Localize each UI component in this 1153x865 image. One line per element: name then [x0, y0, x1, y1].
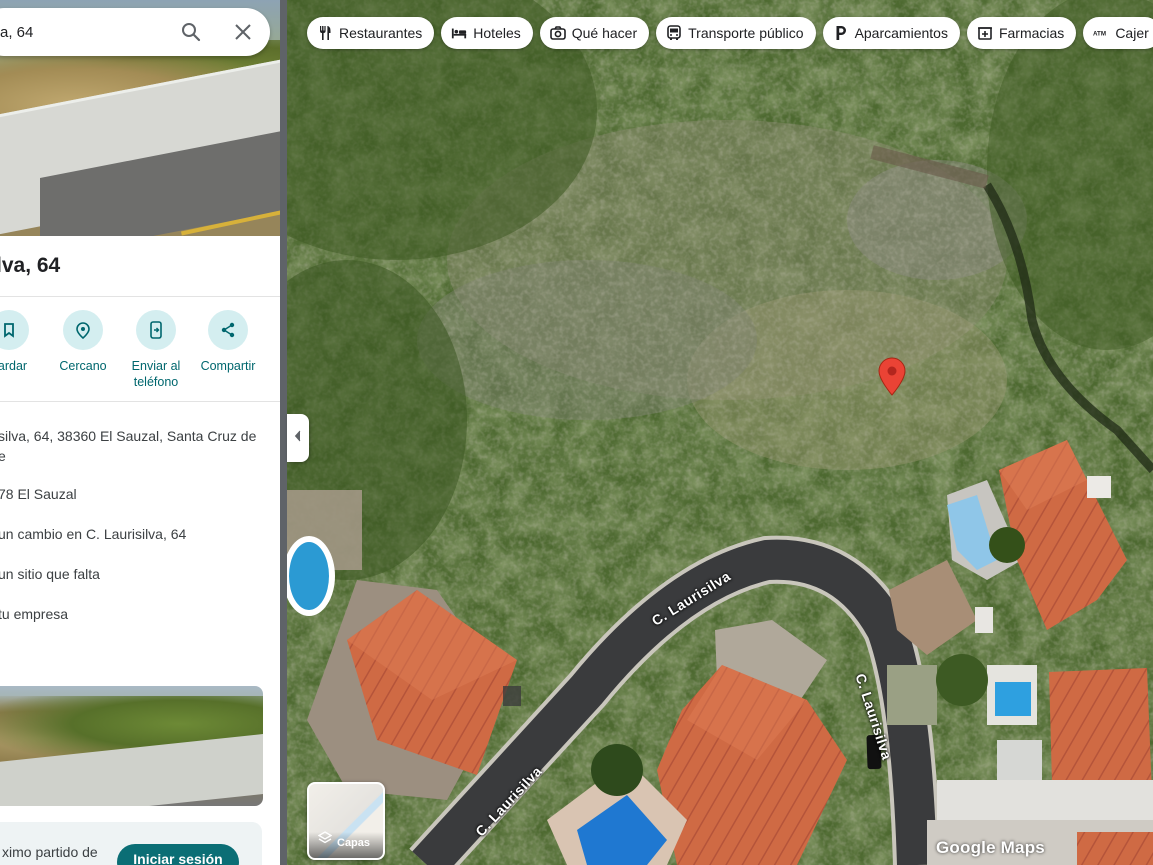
layers-button[interactable]: Capas	[307, 782, 385, 860]
nearby-button[interactable]: Cercano	[46, 310, 120, 374]
nearby-label: Cercano	[59, 359, 107, 373]
add-missing-place-link[interactable]: un sitio que falta	[0, 564, 100, 584]
share-icon	[208, 310, 248, 350]
place-title: lva, 64	[0, 254, 61, 277]
chip-public-transport[interactable]: Transporte público	[656, 17, 816, 49]
send-to-phone-button[interactable]: Enviar al teléfono	[119, 310, 193, 390]
chip-restaurants[interactable]: Restaurantes	[307, 17, 435, 49]
hotel-icon	[451, 25, 467, 41]
street-view-thumbnail[interactable]	[0, 686, 263, 806]
satellite-map[interactable]	[287, 0, 1153, 865]
google-maps-logo: Google Maps	[936, 838, 1045, 857]
panel-divider	[280, 0, 287, 865]
chip-parking[interactable]: Aparcamientos	[822, 17, 960, 49]
search-icon[interactable]	[179, 20, 203, 44]
satellite-imagery	[287, 0, 1153, 865]
search-input[interactable]	[0, 23, 170, 41]
suggest-edit-link[interactable]: un cambio en C. Laurisilva, 64	[0, 524, 186, 544]
nearby-icon	[63, 310, 103, 350]
layers-icon	[317, 831, 333, 850]
collapse-panel-button[interactable]	[287, 414, 309, 462]
add-business-link[interactable]: tu empresa	[0, 604, 68, 624]
bus-icon	[666, 25, 682, 41]
bookmark-icon	[0, 310, 29, 350]
chip-atms[interactable]: ATM Cajer	[1083, 17, 1153, 49]
share-button[interactable]: Compartir	[191, 310, 265, 374]
send-to-phone-icon	[136, 310, 176, 350]
address-line[interactable]: silva, 64, 38360 El Sauzal, Santa Cruz d…	[0, 426, 256, 446]
chip-pharmacies[interactable]: Farmacias	[966, 17, 1077, 49]
layers-label: Capas	[337, 837, 371, 849]
restaurant-icon	[317, 25, 333, 41]
atm-icon: ATM	[1093, 25, 1109, 41]
chevron-left-icon	[294, 429, 302, 447]
save-label: uardar	[0, 359, 28, 373]
pharmacy-icon	[977, 25, 993, 41]
category-chips: Restaurantes Hoteles Qué hacer Transport…	[307, 17, 1153, 49]
plus-code[interactable]: 78 El Sauzal	[0, 484, 77, 504]
close-icon[interactable]	[231, 20, 255, 44]
save-button[interactable]: uardar	[0, 310, 46, 374]
signin-button[interactable]: Iniciar sesión	[117, 844, 239, 865]
divider	[0, 401, 280, 402]
signin-text: ximo partido de	[2, 844, 98, 860]
chip-things-to-do[interactable]: Qué hacer	[539, 17, 650, 49]
parking-icon	[833, 25, 849, 41]
svg-text:ATM: ATM	[1093, 31, 1106, 38]
chip-hotels[interactable]: Hoteles	[441, 17, 533, 49]
camera-icon	[549, 25, 566, 41]
search-box	[0, 8, 270, 56]
side-panel: lva, 64 uardar Cercano Enviar al teléfon…	[0, 0, 280, 865]
address-line-2[interactable]: e	[0, 446, 6, 466]
share-label: Compartir	[200, 359, 256, 373]
send-to-phone-label: Enviar al teléfono	[131, 359, 181, 389]
divider	[0, 296, 280, 297]
